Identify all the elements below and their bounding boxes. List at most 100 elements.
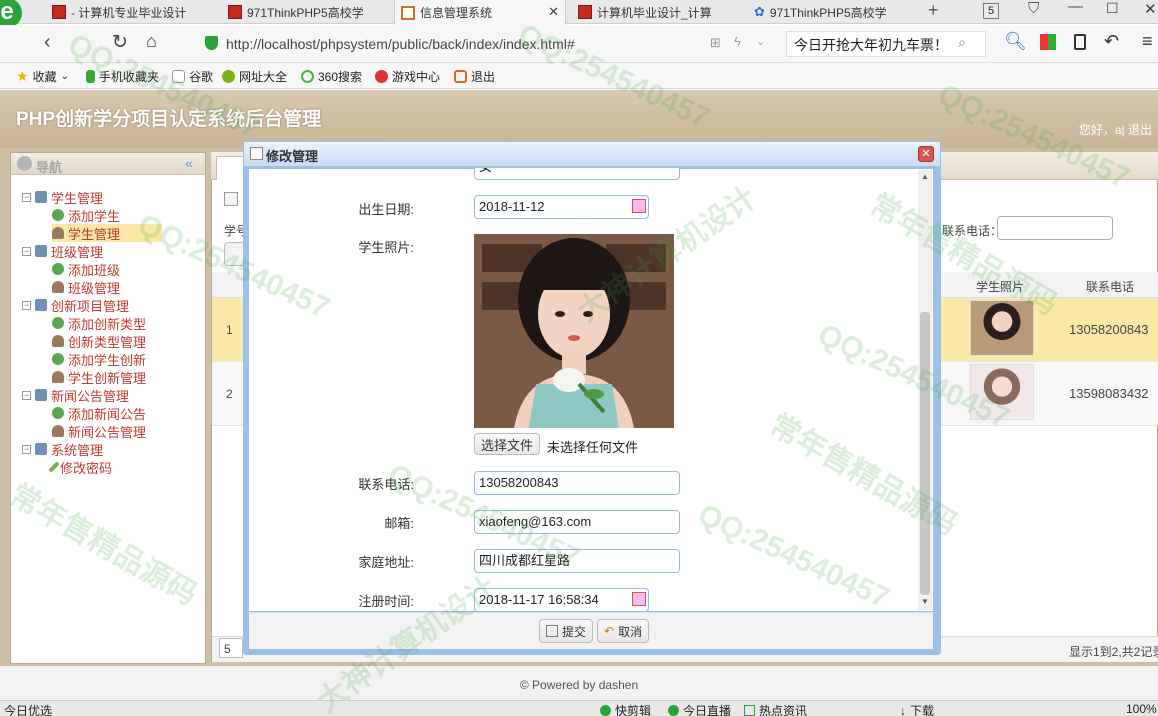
cancel-button[interactable]: ↶ 取消 xyxy=(597,619,650,643)
star-icon: ★ xyxy=(16,68,29,84)
nav-tree-item[interactable]: 新闻公告管理 xyxy=(52,422,146,440)
status-item[interactable]: 热点资讯 xyxy=(744,702,807,716)
collapse-toggle-icon[interactable]: − xyxy=(22,444,31,454)
nav-tree-item[interactable]: 创新类型管理 xyxy=(52,332,146,350)
gender-field[interactable]: 女 xyxy=(474,168,680,180)
status-item[interactable]: ↓ 下载 xyxy=(900,702,934,716)
refresh-icon[interactable]: ↻ xyxy=(112,31,128,54)
scroll-down-icon[interactable]: ▼ xyxy=(921,597,929,606)
nav-tree-item[interactable]: 修改密码 xyxy=(48,458,112,476)
menu-icon[interactable]: ≡ xyxy=(1142,31,1153,52)
magnifier-icon[interactable]: 🔍︎ xyxy=(1004,31,1027,52)
scrollbar-thumb[interactable] xyxy=(920,312,930,595)
tab-count-badge[interactable]: 5 xyxy=(983,3,999,19)
dialog-header[interactable] xyxy=(244,142,940,166)
user-icon xyxy=(52,425,64,437)
file-status: 未选择任何文件 xyxy=(547,440,639,455)
tab-close-icon[interactable]: ✕ xyxy=(548,4,559,20)
zoom-level[interactable]: 100% xyxy=(1126,702,1157,716)
url-text[interactable]: http://localhost/phpsystem/public/back/i… xyxy=(226,36,575,52)
nav-tree-label: 学生管理 xyxy=(68,226,121,242)
bookmark-games[interactable]: 游戏中心 xyxy=(375,68,440,85)
phone-input[interactable]: 13058200843 xyxy=(474,471,680,495)
nav-tree-item[interactable]: 添加学生创新 xyxy=(52,350,146,368)
chevron-down-icon[interactable]: ⌄ xyxy=(756,35,765,48)
back-icon[interactable]: ‹ xyxy=(44,31,51,54)
nav-tree-label: 添加新闻公告 xyxy=(68,406,147,422)
tab-active-info-system[interactable]: 信息管理系统 ✕ xyxy=(394,0,566,25)
scissors-icon xyxy=(600,705,611,716)
nav-tree-label: 新闻公告管理 xyxy=(68,424,147,440)
nav-tree-item[interactable]: 学生创新管理 xyxy=(52,368,146,386)
student-photo-thumb xyxy=(970,364,1034,420)
status-item[interactable]: 快剪辑 xyxy=(600,702,651,716)
add-icon xyxy=(52,317,64,329)
tab-2[interactable]: 971ThinkPHP5高校学 xyxy=(222,0,392,24)
collapse-toggle-icon[interactable]: − xyxy=(22,246,31,256)
phone-search-input[interactable] xyxy=(997,216,1113,240)
bookmark-google[interactable]: 谷歌 xyxy=(172,68,213,85)
lightning-icon[interactable]: ϟ xyxy=(734,34,741,49)
tab-5[interactable]: ✿ 971ThinkPHP5高校学 xyxy=(748,0,918,24)
window-close-icon[interactable]: ✕ xyxy=(1144,0,1157,18)
bookmark-favorites[interactable]: ★ 收藏 ⌄ xyxy=(16,68,69,85)
shirt-icon[interactable]: ⛉ xyxy=(1028,0,1039,17)
column-header-photo[interactable]: 学生照片 xyxy=(976,278,1024,295)
column-header-phone[interactable]: 联系电话 xyxy=(1086,278,1134,295)
nav-tree-item[interactable]: 班级管理 xyxy=(52,278,120,296)
apps-icon[interactable] xyxy=(1040,34,1056,50)
minimize-icon[interactable]: — xyxy=(1068,0,1083,15)
nav-tree-item[interactable]: 学生管理 xyxy=(52,224,162,242)
home-icon[interactable]: ⌂ xyxy=(146,31,157,52)
bookmark-exit[interactable]: 退出 xyxy=(454,68,495,85)
nav-tree-label: 添加学生 xyxy=(68,208,121,224)
maximize-icon[interactable]: ☐ xyxy=(1106,0,1119,17)
new-tab-button[interactable]: + xyxy=(928,0,939,21)
nav-tree-item[interactable]: − 新闻公告管理 xyxy=(22,386,129,404)
choose-file-button[interactable]: 选择文件 xyxy=(474,433,541,455)
tab-4[interactable]: 计算机毕业设计_计算 xyxy=(572,0,742,24)
dialog-close-icon[interactable]: ✕ xyxy=(918,146,934,162)
user-icon xyxy=(52,281,64,293)
page-size-select[interactable]: 5 xyxy=(219,638,243,658)
nav-tree-item[interactable]: − 班级管理 xyxy=(22,242,103,260)
collapse-toggle-icon[interactable]: − xyxy=(22,192,31,202)
email-input[interactable]: xiaofeng@163.com xyxy=(474,510,680,534)
nav-tree-item[interactable]: − 创新项目管理 xyxy=(22,296,129,314)
user-icon xyxy=(52,371,64,383)
nav-tree-item[interactable]: − 学生管理 xyxy=(22,188,103,206)
nav-tree-label: 班级管理 xyxy=(68,280,121,296)
add-icon xyxy=(52,407,64,419)
scroll-up-icon[interactable]: ▲ xyxy=(921,172,929,181)
edit-icon[interactable] xyxy=(224,192,238,206)
collapse-icon[interactable]: « xyxy=(185,155,193,171)
regtime-input[interactable]: 2018-11-17 16:58:34 xyxy=(474,588,649,612)
bookmark-mobile[interactable]: 手机收藏夹 xyxy=(86,68,159,85)
status-item[interactable]: 今日直播 xyxy=(668,702,731,716)
bookmark-360search[interactable]: 360搜索 xyxy=(301,68,362,85)
reading-icon[interactable] xyxy=(1074,34,1086,50)
nav-tree-item[interactable]: − 系统管理 xyxy=(22,440,103,458)
nav-title: 导航 xyxy=(36,160,63,175)
address-input[interactable]: 四川成都红星路 xyxy=(474,549,680,573)
tab-1[interactable]: - 计算机专业毕业设计 xyxy=(46,0,216,24)
submit-button[interactable]: 提交 xyxy=(539,619,594,643)
collapse-toggle-icon[interactable]: − xyxy=(22,390,31,400)
computer-icon xyxy=(35,245,47,257)
student-photo-image xyxy=(474,234,674,428)
nav-tree-item[interactable]: 添加学生 xyxy=(52,206,120,224)
nav-tree-item[interactable]: 添加新闻公告 xyxy=(52,404,146,422)
calendar-icon[interactable] xyxy=(632,592,646,606)
search-icon[interactable]: ⌕ xyxy=(958,34,966,51)
user-greeting[interactable]: 您好，a| 退出 xyxy=(1079,121,1152,138)
birth-date-input[interactable]: 2018-11-12 xyxy=(474,195,649,219)
calendar-icon[interactable] xyxy=(632,199,646,213)
status-left[interactable]: 今日优选 xyxy=(4,702,52,716)
nav-tree-item[interactable]: 添加班级 xyxy=(52,260,120,278)
search-suggestion-text[interactable]: 今日开抢大年初九车票！ xyxy=(794,35,948,55)
nav-tree-item[interactable]: 添加创新类型 xyxy=(52,314,146,332)
grid-apps-icon[interactable]: ⊞ xyxy=(710,35,721,51)
bookmark-sites[interactable]: 网址大全 xyxy=(222,68,287,85)
undo-icon[interactable]: ↶ xyxy=(1104,31,1119,52)
collapse-toggle-icon[interactable]: − xyxy=(22,300,31,310)
